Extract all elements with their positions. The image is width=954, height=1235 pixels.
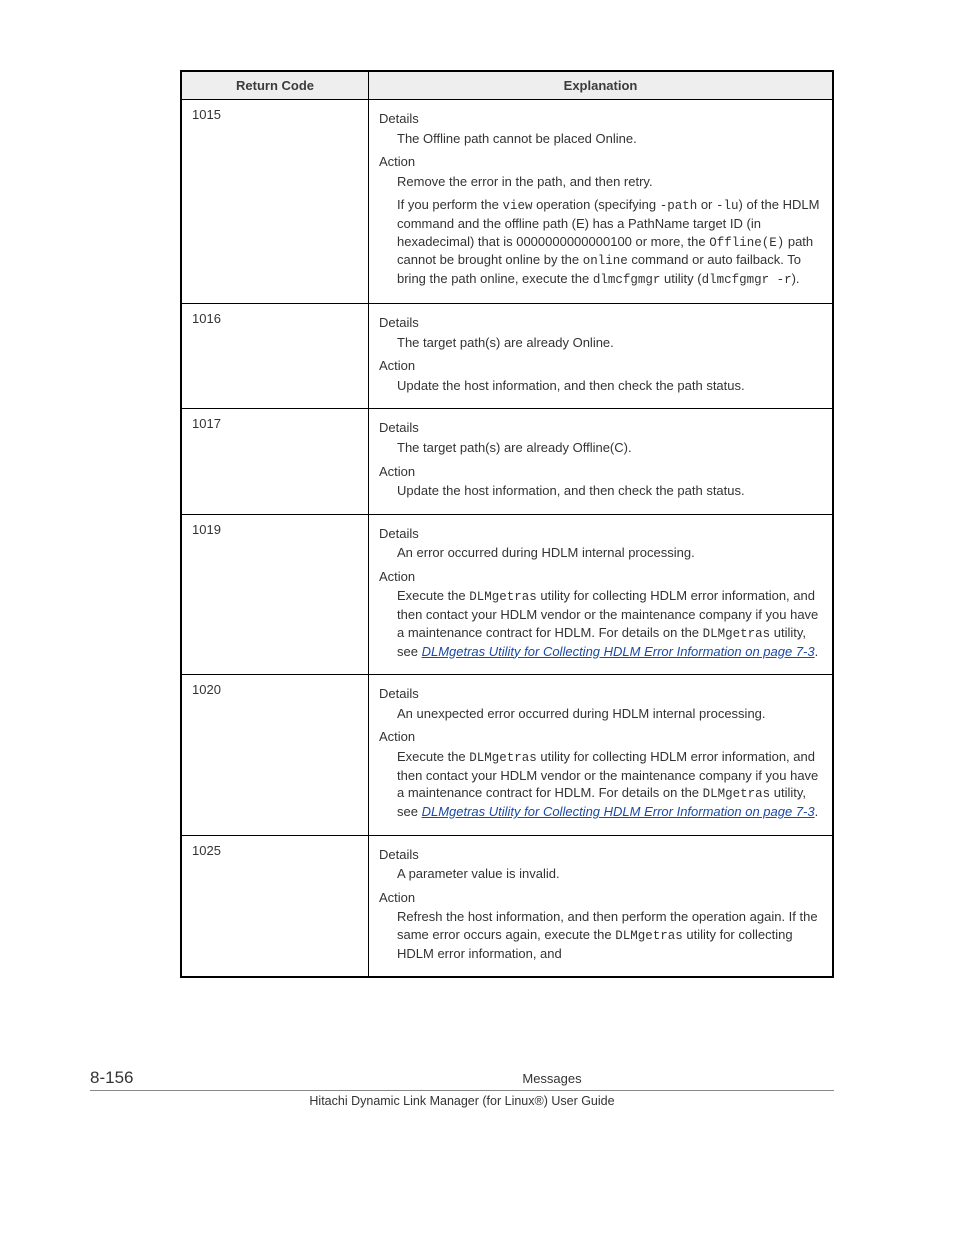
explanation-cell: Details A parameter value is invalid. Ac… — [369, 835, 834, 977]
table-row: 1017 Details The target path(s) are alre… — [181, 409, 833, 514]
details-text: An unexpected error occurred during HDLM… — [397, 705, 822, 723]
details-label: Details — [379, 314, 822, 332]
action-label: Action — [379, 463, 822, 481]
action-text: Update the host information, and then ch… — [397, 482, 822, 500]
explanation-cell: Details The Offline path cannot be place… — [369, 100, 834, 304]
table-row: 1015 Details The Offline path cannot be … — [181, 100, 833, 304]
explanation-cell: Details An unexpected error occurred dur… — [369, 675, 834, 835]
action-label: Action — [379, 357, 822, 375]
note-text: If you perform the view operation (speci… — [397, 196, 822, 289]
dlmgetras-link[interactable]: DLMgetras Utility for Collecting HDLM Er… — [422, 804, 815, 819]
action-label: Action — [379, 568, 822, 586]
page-number: 8-156 — [90, 1068, 360, 1088]
details-label: Details — [379, 419, 822, 437]
code-cell: 1017 — [181, 409, 369, 514]
details-label: Details — [379, 525, 822, 543]
code-cell: 1016 — [181, 304, 369, 409]
action-label: Action — [379, 728, 822, 746]
table-row: 1025 Details A parameter value is invali… — [181, 835, 833, 977]
details-label: Details — [379, 110, 822, 128]
details-text: The target path(s) are already Online. — [397, 334, 822, 352]
action-text: Refresh the host information, and then p… — [397, 908, 822, 962]
table-row: 1019 Details An error occurred during HD… — [181, 514, 833, 674]
details-text: A parameter value is invalid. — [397, 865, 822, 883]
details-text: The Offline path cannot be placed Online… — [397, 130, 822, 148]
action-text: Remove the error in the path, and then r… — [397, 173, 822, 191]
action-label: Action — [379, 153, 822, 171]
code-cell: 1025 — [181, 835, 369, 977]
dlmgetras-link[interactable]: DLMgetras Utility for Collecting HDLM Er… — [422, 644, 815, 659]
explanation-cell: Details The target path(s) are already O… — [369, 409, 834, 514]
details-text: The target path(s) are already Offline(C… — [397, 439, 822, 457]
details-text: An error occurred during HDLM internal p… — [397, 544, 822, 562]
header-return-code: Return Code — [181, 71, 369, 100]
code-cell: 1020 — [181, 675, 369, 835]
table-row: 1020 Details An unexpected error occurre… — [181, 675, 833, 835]
table-row: 1016 Details The target path(s) are alre… — [181, 304, 833, 409]
action-label: Action — [379, 889, 822, 907]
return-code-table: Return Code Explanation 1015 Details The… — [180, 70, 834, 978]
details-label: Details — [379, 685, 822, 703]
header-explanation: Explanation — [369, 71, 834, 100]
code-cell: 1015 — [181, 100, 369, 304]
action-text: Execute the DLMgetras utility for collec… — [397, 748, 822, 821]
code-cell: 1019 — [181, 514, 369, 674]
page-footer: 8-156 Messages Hitachi Dynamic Link Mana… — [0, 1068, 954, 1108]
details-label: Details — [379, 846, 822, 864]
footer-title: Messages — [360, 1071, 744, 1086]
action-text: Update the host information, and then ch… — [397, 377, 822, 395]
action-text: Execute the DLMgetras utility for collec… — [397, 587, 822, 660]
footer-subtitle: Hitachi Dynamic Link Manager (for Linux®… — [90, 1094, 834, 1108]
explanation-cell: Details An error occurred during HDLM in… — [369, 514, 834, 674]
explanation-cell: Details The target path(s) are already O… — [369, 304, 834, 409]
